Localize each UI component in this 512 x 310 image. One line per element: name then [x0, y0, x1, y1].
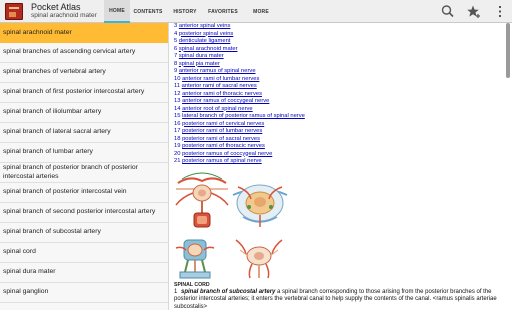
reference-text: posterior ramus of coccygeal nerve: [182, 150, 273, 157]
reference-number: 15: [174, 113, 181, 119]
reference-link[interactable]: 6 spinal arachnoid mater: [174, 46, 238, 52]
reference-text: spinal arachnoid mater: [178, 45, 238, 52]
reference-link[interactable]: 17 posterior rami of lumbar nerves: [174, 128, 262, 134]
reference-number: 18: [174, 135, 181, 142]
reference-text: posterior spinal veins: [178, 30, 234, 37]
reference-link[interactable]: 12 anterior rami of thoracic nerves: [174, 91, 262, 97]
reference-text: anterior spinal veins: [178, 23, 231, 29]
app-title: Pocket Atlas: [31, 2, 81, 12]
reference-number: 5: [174, 38, 178, 44]
spinal-nerve-illustration-2[interactable]: [230, 236, 288, 280]
reference-number: 12: [174, 90, 181, 97]
list-item[interactable]: spinal branch of iliolumbar artery: [0, 103, 168, 123]
search-icon: [441, 5, 454, 18]
list-item[interactable]: spinal branches of vertebral artery: [0, 63, 168, 83]
reference-link[interactable]: 18 posterior rami of sacral nerves: [174, 136, 260, 142]
reference-number: 11: [174, 83, 181, 89]
reference-number: 4: [174, 30, 178, 37]
tab-more[interactable]: MORE: [242, 0, 280, 23]
definition-term: spinal branch of subcostal artery: [181, 289, 276, 295]
reference-number: 19: [174, 143, 181, 149]
reference-link[interactable]: 10 anterior rami of lumbar nerves: [174, 76, 259, 82]
reference-number: 3: [174, 23, 178, 29]
app-logo-icon[interactable]: [5, 3, 23, 20]
reference-link[interactable]: 19 posterior rami of thoracic nerves: [174, 143, 265, 149]
add-favorite-button[interactable]: [466, 4, 482, 19]
search-button[interactable]: [440, 4, 456, 19]
reference-link[interactable]: 3 anterior spinal veins: [174, 23, 230, 29]
reference-link[interactable]: 13 anterior ramus of coccygeal nerve: [174, 98, 269, 104]
reference-number: 6: [174, 45, 178, 52]
reference-link[interactable]: 21 posterior ramus of spinal nerve: [174, 158, 262, 164]
reference-number: 16: [174, 120, 181, 127]
reference-link[interactable]: 9 anterior ramus of spinal nerve: [174, 68, 256, 74]
list-item[interactable]: spinal dura mater: [0, 263, 168, 283]
list-item[interactable]: spinal branch of lumbar artery: [0, 143, 168, 163]
reference-text: posterior rami of sacral nerves: [182, 135, 261, 142]
reference-text: spinal pia mater: [178, 60, 220, 67]
list-item[interactable]: spinal branch of posterior intercostal v…: [0, 183, 168, 203]
reference-number: 7: [174, 53, 178, 59]
list-item[interactable]: spinal branches of ascending cervical ar…: [0, 43, 168, 63]
list-item[interactable]: spinal branch of subcostal artery: [0, 223, 168, 243]
spinal-nerve-illustration-1[interactable]: [172, 236, 222, 280]
list-item[interactable]: spinal branch of lateral sacral artery: [0, 123, 168, 143]
reference-number: 21: [174, 158, 181, 164]
reference-text: anterior rami of thoracic nerves: [182, 90, 262, 97]
definition-text: 1 spinal branch of subcostal artery a sp…: [174, 289, 504, 310]
reference-number: 8: [174, 60, 178, 67]
reference-text: anterior rami of sacral nerves: [181, 83, 257, 89]
reference-number: 13: [174, 98, 181, 104]
app-subtitle: spinal arachnoid mater: [31, 12, 97, 19]
reference-link[interactable]: 15 lateral branch of posterior ramus of …: [174, 113, 305, 119]
tab-favorites[interactable]: FAVORITES: [204, 0, 242, 23]
reference-link[interactable]: 8 spinal pia mater: [174, 61, 220, 67]
spinal-cord-illustration-2[interactable]: [229, 169, 291, 233]
reference-link[interactable]: 4 posterior spinal veins: [174, 31, 233, 37]
reference-number: 17: [174, 128, 181, 134]
section-heading: SPINAL CORD: [174, 282, 210, 288]
reference-number: 10: [174, 75, 181, 82]
reference-link[interactable]: 16 posterior rami of cervical nerves: [174, 121, 264, 127]
star-plus-icon: [467, 5, 480, 18]
tab-bar: HOME CONTENTS HISTORY FAVORITES MORE: [104, 0, 280, 23]
spinal-cord-illustration-1[interactable]: [172, 169, 232, 233]
reference-text: posterior rami of cervical nerves: [182, 120, 265, 127]
article-content: 3 anterior spinal veins 4 posterior spin…: [170, 23, 505, 310]
list-item[interactable]: spinal branch of posterior branch of pos…: [0, 163, 168, 183]
list-item[interactable]: spinal cord: [0, 243, 168, 263]
reference-text: denticulate ligament: [178, 38, 231, 44]
reference-link[interactable]: 7 spinal dura mater: [174, 53, 224, 59]
reference-text: lateral branch of posterior ramus of spi…: [182, 113, 305, 119]
reference-link[interactable]: 14 anterior root of spinal nerve: [174, 106, 253, 112]
overflow-menu-button[interactable]: [492, 4, 508, 19]
reference-number: 20: [174, 150, 181, 157]
term-list: spinal arachnoid mater spinal branches o…: [0, 23, 169, 310]
definition-number: 1: [174, 289, 178, 295]
reference-text: posterior rami of lumbar nerves: [182, 128, 263, 134]
reference-text: posterior rami of thoracic nerves: [182, 143, 265, 149]
action-bar: Pocket Atlas spinal arachnoid mater HOME…: [0, 0, 512, 23]
reference-text: anterior root of spinal nerve: [182, 105, 253, 112]
reference-number: 9: [174, 68, 178, 74]
overflow-menu-icon: [499, 6, 501, 17]
reference-link[interactable]: 11 anterior rami of sacral nerves: [174, 83, 257, 89]
reference-link[interactable]: 20 posterior ramus of coccygeal nerve: [174, 151, 272, 157]
reference-text: anterior ramus of spinal nerve: [178, 68, 256, 74]
list-item[interactable]: spinal ganglion: [0, 283, 168, 303]
reference-text: spinal dura mater: [178, 53, 224, 59]
reference-text: anterior ramus of coccygeal nerve: [182, 98, 270, 104]
reference-text: posterior ramus of spinal nerve: [182, 158, 262, 164]
content-scrollbar[interactable]: [506, 23, 510, 78]
list-item[interactable]: spinal branch of first posterior interco…: [0, 83, 168, 103]
list-item-selected[interactable]: spinal arachnoid mater: [0, 23, 168, 43]
tab-home[interactable]: HOME: [104, 0, 130, 23]
reference-number: 14: [174, 105, 181, 112]
reference-text: anterior rami of lumbar nerves: [182, 75, 260, 82]
reference-link[interactable]: 5 denticulate ligament: [174, 38, 230, 44]
tab-contents[interactable]: CONTENTS: [130, 0, 166, 23]
tab-history[interactable]: HISTORY: [166, 0, 204, 23]
list-item[interactable]: spinal branch of second posterior interc…: [0, 203, 168, 223]
